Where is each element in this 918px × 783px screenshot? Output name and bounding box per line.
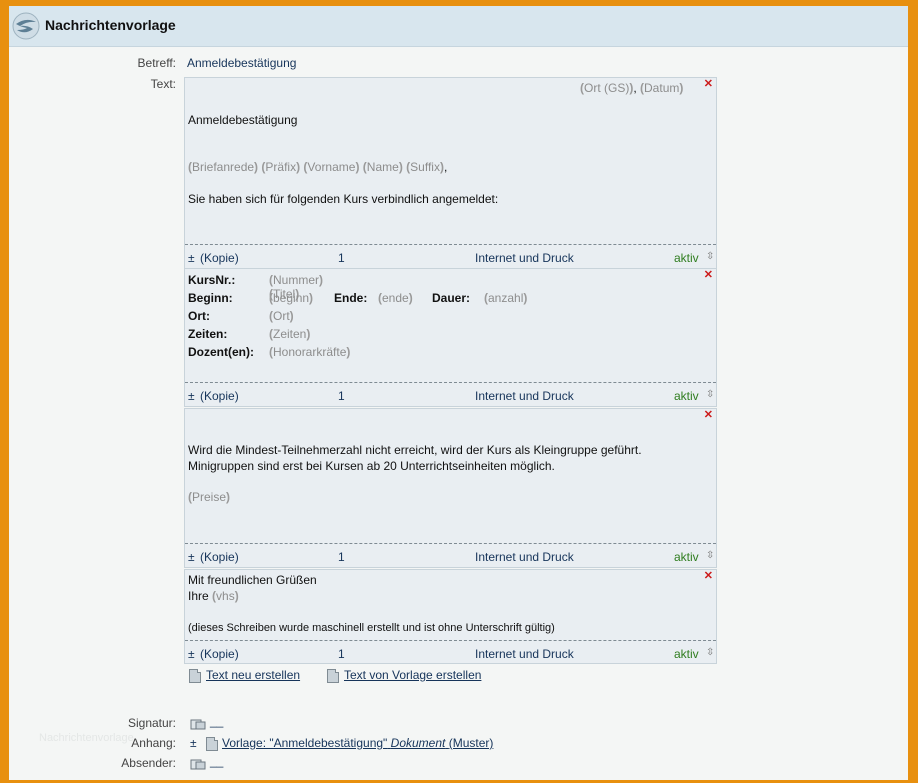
status-aktiv[interactable]: aktiv bbox=[674, 389, 699, 403]
ort-label: Ort: bbox=[188, 309, 210, 323]
zeiten-label: Zeiten: bbox=[188, 327, 228, 341]
toggle-button[interactable]: ± bbox=[188, 251, 195, 265]
from-template-link[interactable]: Text von Vorlage erstellen bbox=[327, 668, 481, 683]
dozent-label: Dozent(en): bbox=[188, 345, 254, 359]
block-footer: ± (Kopie) 1 Internet und Druck aktiv ⇳ bbox=[185, 547, 716, 565]
text-block-4[interactable]: ✕ Mit freundlichen Grüßen Ihre (vhs) (di… bbox=[184, 569, 717, 664]
block-line-2: Minigruppen sind erst bei Kursen ab 20 U… bbox=[188, 459, 555, 473]
preise-placeholder: (Preise) bbox=[188, 490, 231, 504]
remove-x-icon[interactable]: ✕ bbox=[704, 268, 713, 281]
document-icon bbox=[189, 668, 201, 683]
remove-x-icon[interactable]: ✕ bbox=[704, 569, 713, 582]
sort-updown-icon[interactable]: ⇳ bbox=[706, 550, 714, 561]
status-aktiv[interactable]: aktiv bbox=[674, 647, 699, 661]
remove-x-icon[interactable]: ✕ bbox=[704, 408, 713, 421]
toggle-button[interactable]: ± bbox=[188, 389, 195, 403]
output-mode[interactable]: Internet und Druck bbox=[475, 251, 574, 265]
sort-updown-icon[interactable]: ⇳ bbox=[706, 389, 714, 400]
block-line-1: Wird die Mindest-Teilnehmerzahl nicht er… bbox=[188, 443, 642, 457]
anhang-toggle[interactable]: ± bbox=[190, 736, 197, 750]
signature-note: (dieses Schreiben wurde maschinell erste… bbox=[188, 622, 555, 634]
block-count: 1 bbox=[338, 251, 345, 265]
betreff-label: Betreff: bbox=[137, 56, 176, 70]
title-bar: Nachrichtenvorlage bbox=[9, 6, 908, 47]
block-count: 1 bbox=[338, 550, 345, 564]
block-footer: ± (Kopie) 1 Internet und Druck aktiv ⇳ bbox=[185, 644, 716, 662]
closing-line: Mit freundlichen Grüßen bbox=[188, 573, 317, 587]
absender-label: Absender: bbox=[121, 756, 176, 770]
signature-icon[interactable] bbox=[190, 758, 206, 770]
divider bbox=[185, 640, 716, 641]
output-mode[interactable]: Internet und Druck bbox=[475, 389, 574, 403]
block-count: 1 bbox=[338, 389, 345, 403]
block-footer: ± (Kopie) 1 Internet und Druck aktiv ⇳ bbox=[185, 248, 716, 266]
sort-updown-icon[interactable]: ⇳ bbox=[706, 647, 714, 658]
text-block-3[interactable]: ✕ Wird die Mindest-Teilnehmerzahl nicht … bbox=[184, 408, 717, 568]
divider bbox=[185, 382, 716, 383]
window-title: Nachrichtenvorlage bbox=[45, 17, 176, 33]
beginn-label: Beginn: bbox=[188, 291, 233, 305]
block-heading: Anmeldebestätigung bbox=[188, 113, 298, 127]
divider bbox=[185, 244, 716, 245]
ihre-vhs: Ihre (vhs) bbox=[188, 589, 239, 603]
salutation-placeholders: (Briefanrede) (Präfix) (Vorname) (Name) … bbox=[188, 160, 448, 174]
kursnr-label: KursNr.: bbox=[188, 273, 236, 287]
copy-link[interactable]: (Kopie) bbox=[200, 389, 239, 403]
copy-link[interactable]: (Kopie) bbox=[200, 647, 239, 661]
ende-label: Ende: bbox=[334, 291, 368, 305]
text-label: Text: bbox=[150, 77, 176, 91]
toggle-button[interactable]: ± bbox=[188, 647, 195, 661]
new-text-link[interactable]: Text neu erstellen bbox=[189, 668, 300, 683]
dauer-label: Dauer: bbox=[432, 291, 471, 305]
block-sentence: Sie haben sich für folgenden Kurs verbin… bbox=[188, 192, 499, 206]
sort-updown-icon[interactable]: ⇳ bbox=[706, 251, 714, 262]
divider bbox=[185, 543, 716, 544]
copy-link[interactable]: (Kopie) bbox=[200, 550, 239, 564]
document-icon bbox=[206, 737, 218, 751]
status-aktiv[interactable]: aktiv bbox=[674, 251, 699, 265]
placeholder-ort-datum: (Ort (GS)), (Datum) bbox=[580, 81, 684, 95]
status-aktiv[interactable]: aktiv bbox=[674, 550, 699, 564]
signature-icon[interactable] bbox=[190, 718, 206, 730]
document-icon bbox=[327, 668, 339, 683]
app-logo-icon bbox=[12, 12, 40, 40]
remove-x-icon[interactable]: ✕ bbox=[704, 77, 713, 90]
signatur-value[interactable]: __ bbox=[210, 714, 223, 728]
toggle-button[interactable]: ± bbox=[188, 550, 195, 564]
dialog-frame: Nachrichtenvorlage Betreff: Anmeldebestä… bbox=[9, 6, 908, 780]
anhang-label: Anhang: bbox=[131, 736, 176, 750]
betreff-value[interactable]: Anmeldebestätigung bbox=[187, 56, 296, 70]
text-block-1[interactable]: ✕ (Ort (GS)), (Datum) Anmeldebestätigung… bbox=[184, 77, 717, 269]
output-mode[interactable]: Internet und Druck bbox=[475, 550, 574, 564]
anhang-link[interactable]: Vorlage: "Anmeldebestätigung" Dokument (… bbox=[222, 736, 493, 750]
copy-link[interactable]: (Kopie) bbox=[200, 251, 239, 265]
absender-value[interactable]: __ bbox=[210, 754, 223, 768]
block-count: 1 bbox=[338, 647, 345, 661]
signatur-label: Signatur: bbox=[127, 716, 176, 730]
output-mode[interactable]: Internet und Druck bbox=[475, 647, 574, 661]
text-block-2[interactable]: ✕ KursNr.: (Nummer)(Titel) Beginn: (begi… bbox=[184, 268, 717, 407]
block-footer: ± (Kopie) 1 Internet und Druck aktiv ⇳ bbox=[185, 386, 716, 404]
